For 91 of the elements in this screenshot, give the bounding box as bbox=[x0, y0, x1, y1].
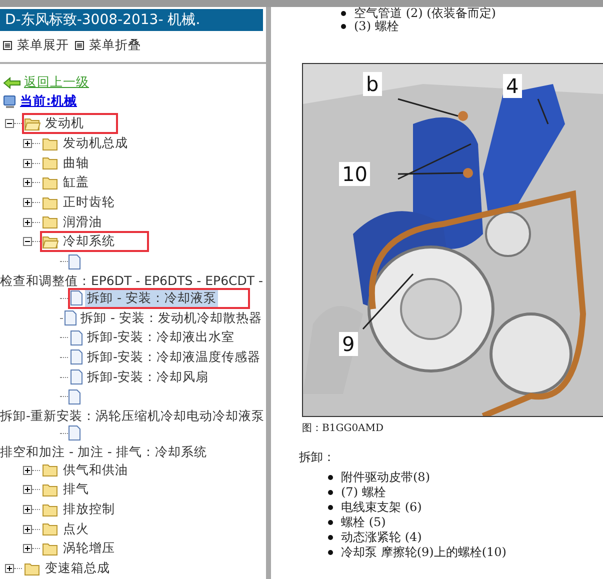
folder-icon bbox=[42, 463, 59, 478]
document-label: 拆卸 - 安装：冷却液泵 bbox=[85, 290, 218, 307]
document-label: 拆卸-安装：冷却液出水室 bbox=[86, 329, 236, 346]
back-arrow-icon bbox=[3, 76, 21, 88]
bullet-icon bbox=[328, 505, 333, 510]
document-icon bbox=[70, 330, 83, 346]
tree-text: 拆卸-重新安装：涡轮压缩机冷却电动冷却液泵 bbox=[0, 406, 266, 424]
step-text: 螺栓 (5) bbox=[341, 515, 386, 530]
tree-document[interactable]: 拆卸-安装：冷却液出水室 bbox=[68, 327, 239, 348]
current-location-link[interactable]: 当前:机械 bbox=[20, 93, 77, 110]
tree-folder[interactable]: 曲轴 bbox=[40, 152, 93, 174]
document-icon bbox=[70, 349, 83, 366]
expand-icon[interactable] bbox=[23, 505, 32, 514]
tree-folder[interactable]: 排气 bbox=[40, 479, 93, 500]
figure-caption: 图：B1GG0AMD bbox=[302, 422, 385, 435]
folder-icon bbox=[42, 176, 59, 190]
tree-text: 检查和调整值：EP6DT - EP6DTS - EP6CDT - bbox=[0, 272, 264, 288]
expand-icon[interactable] bbox=[23, 524, 32, 534]
tree-folder[interactable]: 缸盖 bbox=[40, 172, 93, 194]
menu-button[interactable]: 菜单展开 bbox=[3, 37, 69, 54]
bullet-icon bbox=[328, 475, 333, 480]
bullet-icon bbox=[328, 550, 333, 555]
expand-icon[interactable] bbox=[23, 218, 32, 227]
document-icon bbox=[70, 369, 83, 386]
folder-icon bbox=[42, 196, 59, 210]
callout-label: 10 bbox=[339, 162, 370, 186]
tree-folder[interactable]: 涡轮增压 bbox=[40, 538, 119, 560]
tree-folder[interactable]: 排放控制 bbox=[40, 499, 119, 520]
list-icon bbox=[3, 41, 12, 50]
tree-document[interactable]: 拆卸 - 安装：冷却液泵 bbox=[68, 288, 250, 309]
folder-icon bbox=[42, 156, 59, 170]
bullet-icon bbox=[328, 520, 333, 525]
folder-icon bbox=[42, 482, 59, 497]
collapse-icon[interactable] bbox=[5, 119, 14, 128]
folder-icon bbox=[42, 215, 59, 230]
monitor-icon bbox=[3, 94, 17, 108]
bullet-icon bbox=[328, 535, 333, 540]
document-label: 拆卸 - 安装：发动机冷却散热器 bbox=[80, 310, 263, 327]
tree-folder[interactable]: 点火 bbox=[40, 518, 93, 540]
expand-icon[interactable] bbox=[23, 544, 32, 554]
callout-label: 4 bbox=[503, 74, 522, 98]
folder-icon bbox=[24, 116, 41, 131]
tree-document[interactable]: 拆卸-安装：冷却风扇 bbox=[68, 366, 213, 388]
step-text: 冷却泵 摩擦轮(9)上的螺栓(10) bbox=[341, 545, 506, 560]
step-text: (7) 螺栓 bbox=[341, 485, 386, 500]
section-title: 拆卸： bbox=[299, 449, 336, 466]
document-icon bbox=[68, 425, 81, 442]
tree-folder[interactable]: 发动机总成 bbox=[40, 133, 132, 154]
tree-folder[interactable]: 变速箱总成 bbox=[22, 558, 114, 579]
bullet-icon bbox=[341, 24, 346, 29]
expand-icon[interactable] bbox=[23, 466, 32, 475]
step-text: 附件驱动皮带(8) bbox=[341, 470, 430, 485]
expand-icon[interactable] bbox=[23, 139, 32, 148]
document-icon bbox=[70, 290, 83, 306]
tree-folder[interactable]: 正时齿轮 bbox=[40, 192, 119, 214]
list-text: (3) 螺栓 bbox=[354, 20, 399, 33]
collapse-icon[interactable] bbox=[23, 237, 32, 246]
bullet-icon bbox=[328, 490, 333, 495]
back-link[interactable]: 返回上一级 bbox=[24, 74, 89, 91]
document-label: 拆卸-安装：冷却风扇 bbox=[86, 368, 210, 386]
bullet-icon bbox=[341, 11, 346, 16]
expand-icon[interactable] bbox=[23, 178, 32, 188]
folder-icon bbox=[24, 562, 41, 576]
window-title: D-东风标致-3008-2013- 机械. bbox=[0, 9, 263, 31]
tree-folder[interactable]: 发动机 bbox=[22, 113, 118, 134]
tree-document[interactable]: 拆卸 - 安装：发动机冷却散热器 bbox=[62, 308, 266, 329]
menu-button[interactable]: 菜单折叠 bbox=[75, 37, 141, 54]
folder-icon bbox=[42, 136, 59, 151]
step-text: 动态涨紧轮 (4) bbox=[341, 530, 422, 545]
document-icon bbox=[68, 254, 81, 270]
callout-label: b bbox=[363, 72, 382, 96]
document-icon bbox=[64, 310, 77, 326]
folder-icon bbox=[42, 234, 59, 249]
step-text: 电线束支架 (6) bbox=[341, 500, 422, 515]
callout-label: 9 bbox=[339, 332, 358, 356]
tree-folder[interactable]: 润滑油 bbox=[40, 212, 106, 233]
list-text: 空气管道 (2) (依装备而定) bbox=[354, 7, 496, 20]
tree-folder[interactable]: 冷却系统 bbox=[40, 231, 149, 252]
tree-document[interactable]: 拆卸-安装：冷却液温度传感器 bbox=[68, 346, 265, 368]
expand-icon[interactable] bbox=[5, 564, 14, 574]
document-label: 拆卸-安装：冷却液温度传感器 bbox=[86, 348, 262, 366]
tree-text: 排空和加注 - 加注 - 排气：冷却系统 bbox=[0, 443, 208, 460]
folder-icon bbox=[42, 522, 59, 536]
expand-icon[interactable] bbox=[23, 198, 32, 208]
expand-icon[interactable] bbox=[23, 158, 32, 168]
expand-icon[interactable] bbox=[23, 485, 32, 494]
tree-folder[interactable]: 供气和供油 bbox=[40, 460, 132, 481]
folder-icon bbox=[42, 542, 59, 556]
list-icon bbox=[75, 41, 84, 50]
folder-icon bbox=[42, 502, 59, 517]
document-icon bbox=[68, 388, 81, 405]
